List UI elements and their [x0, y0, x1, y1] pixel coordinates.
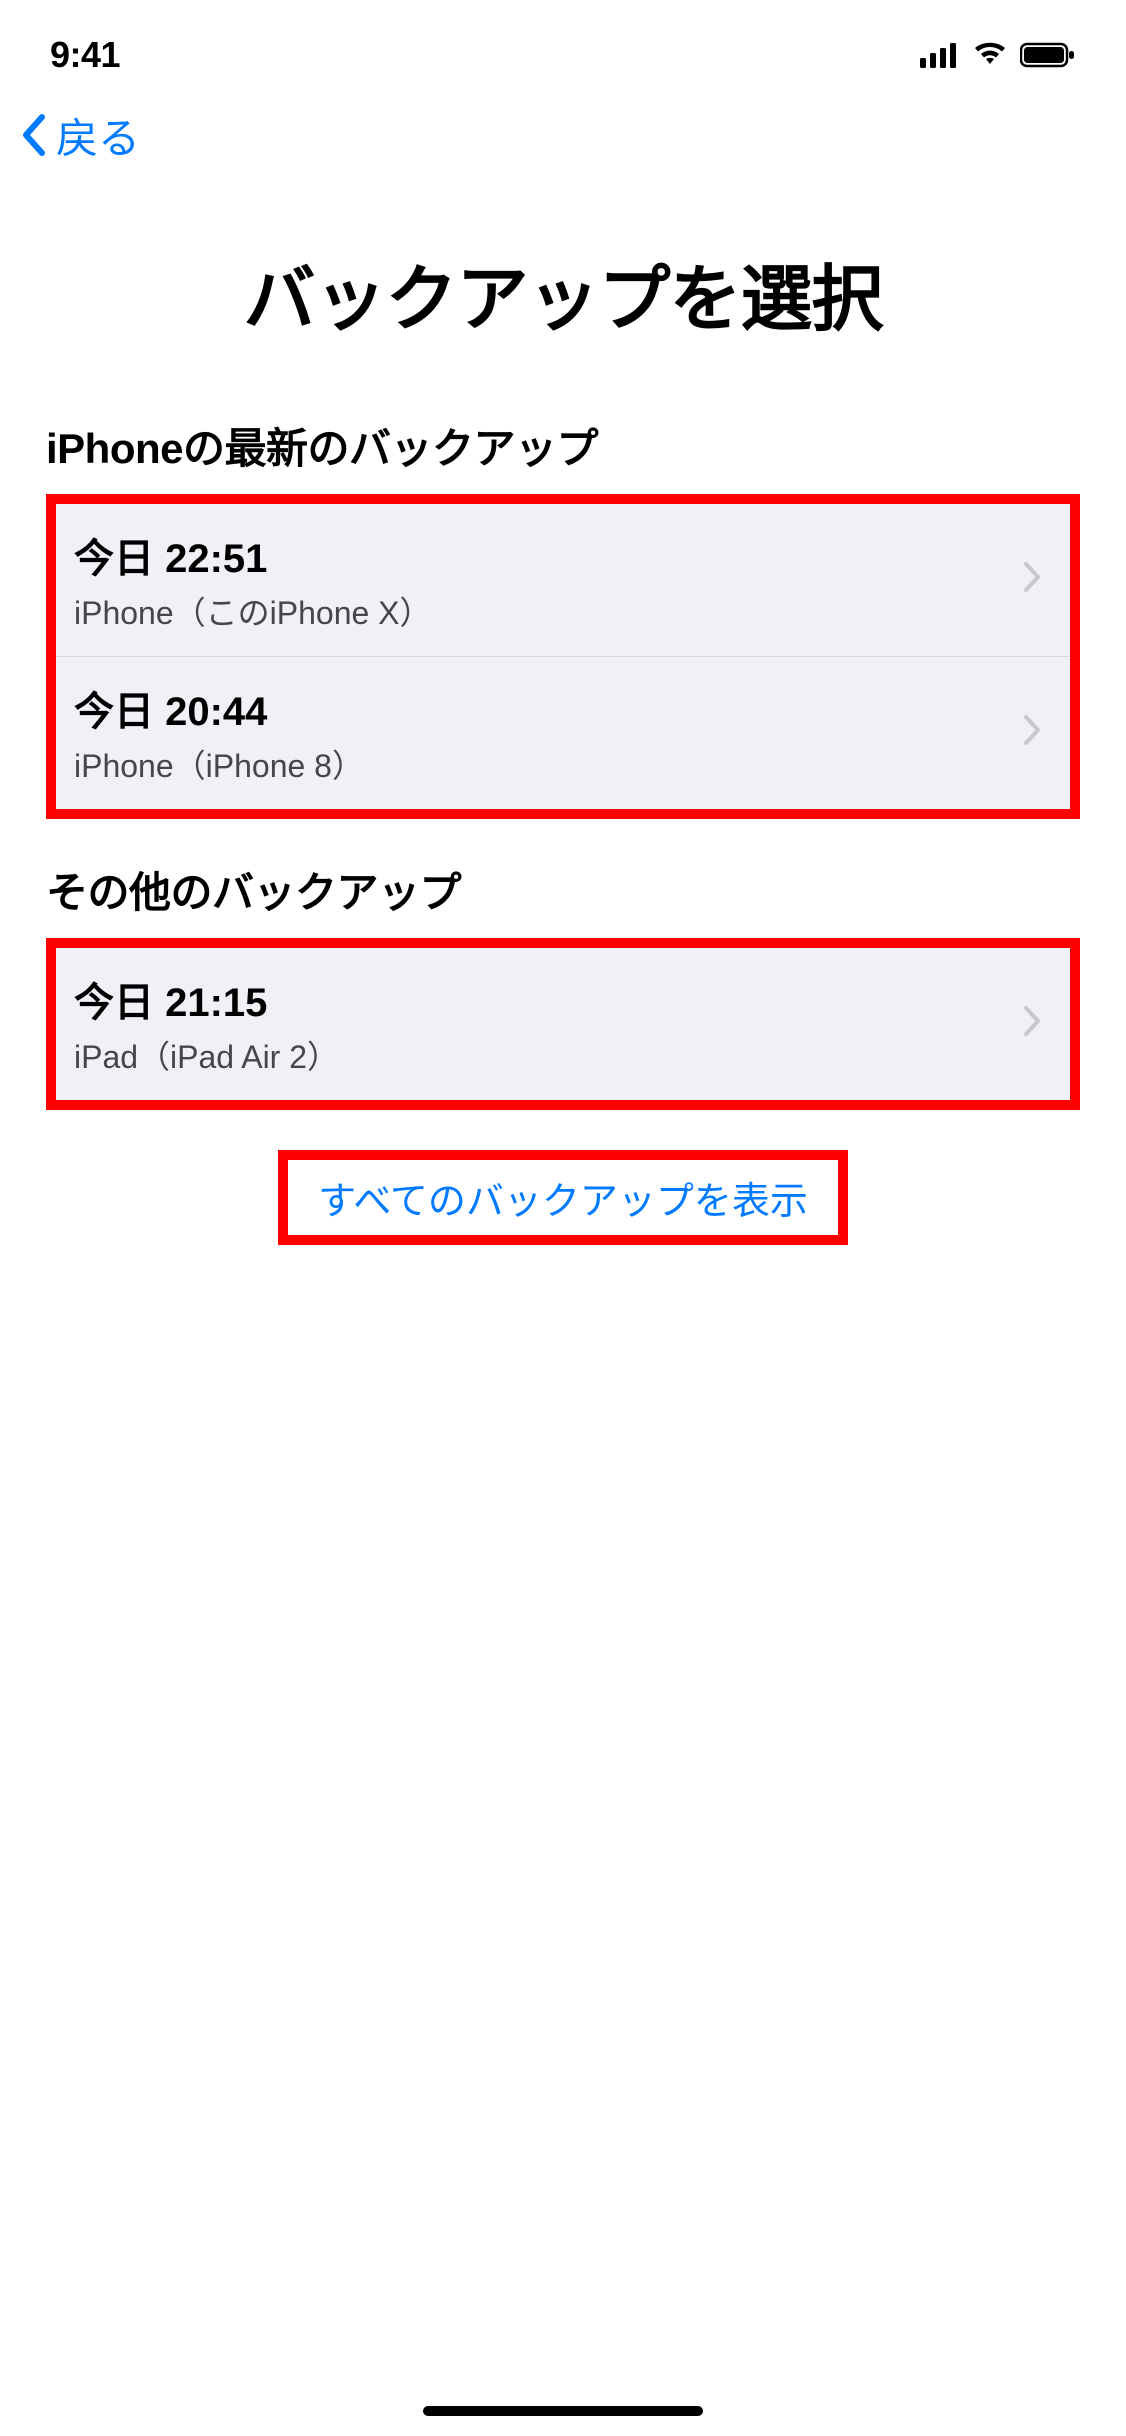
latest-backup-header: iPhoneの最新のバックアップ — [46, 415, 1080, 476]
chevron-right-icon — [1022, 999, 1042, 1049]
backup-device: iPhone（このiPhone X） — [74, 588, 432, 634]
back-label: 戻る — [56, 105, 140, 166]
status-icons — [920, 42, 1076, 68]
backup-timestamp: 今日 22:51 — [74, 526, 432, 584]
status-time: 9:41 — [50, 34, 120, 76]
backup-row[interactable]: 今日 20:44 iPhone（iPhone 8） — [56, 656, 1070, 809]
backup-row[interactable]: 今日 21:15 iPad（iPad Air 2） — [56, 948, 1070, 1100]
show-all-backups-button[interactable]: すべてのバックアップを表示 — [278, 1150, 848, 1245]
show-all-wrapper: すべてのバックアップを表示 — [46, 1150, 1080, 1245]
backup-timestamp: 今日 20:44 — [74, 679, 364, 737]
wifi-icon — [972, 42, 1008, 68]
backup-row[interactable]: 今日 22:51 iPhone（このiPhone X） — [56, 504, 1070, 656]
backup-info: 今日 20:44 iPhone（iPhone 8） — [74, 679, 364, 787]
backup-device: iPhone（iPhone 8） — [74, 741, 364, 787]
nav-bar: 戻る — [0, 90, 1126, 180]
cellular-icon — [920, 42, 960, 68]
other-backup-list: 今日 21:15 iPad（iPad Air 2） — [46, 938, 1080, 1110]
backup-info: 今日 21:15 iPad（iPad Air 2） — [74, 970, 339, 1078]
status-bar: 9:41 — [0, 0, 1126, 90]
chevron-right-icon — [1022, 708, 1042, 758]
back-button[interactable]: 戻る — [20, 105, 140, 166]
backup-timestamp: 今日 21:15 — [74, 970, 339, 1028]
chevron-right-icon — [1022, 555, 1042, 605]
other-backup-header: その他のバックアップ — [46, 859, 1080, 920]
latest-backup-list: 今日 22:51 iPhone（このiPhone X） 今日 20:44 iPh… — [46, 494, 1080, 819]
backup-device: iPad（iPad Air 2） — [74, 1032, 339, 1078]
other-backup-section: その他のバックアップ 今日 21:15 iPad（iPad Air 2） すべて… — [0, 859, 1126, 1245]
battery-icon — [1020, 42, 1076, 68]
page-title: バックアップを選択 — [40, 240, 1086, 345]
home-indicator[interactable] — [423, 2406, 703, 2416]
backup-info: 今日 22:51 iPhone（このiPhone X） — [74, 526, 432, 634]
chevron-left-icon — [20, 113, 48, 157]
latest-backup-section: iPhoneの最新のバックアップ 今日 22:51 iPhone（このiPhon… — [0, 415, 1126, 819]
